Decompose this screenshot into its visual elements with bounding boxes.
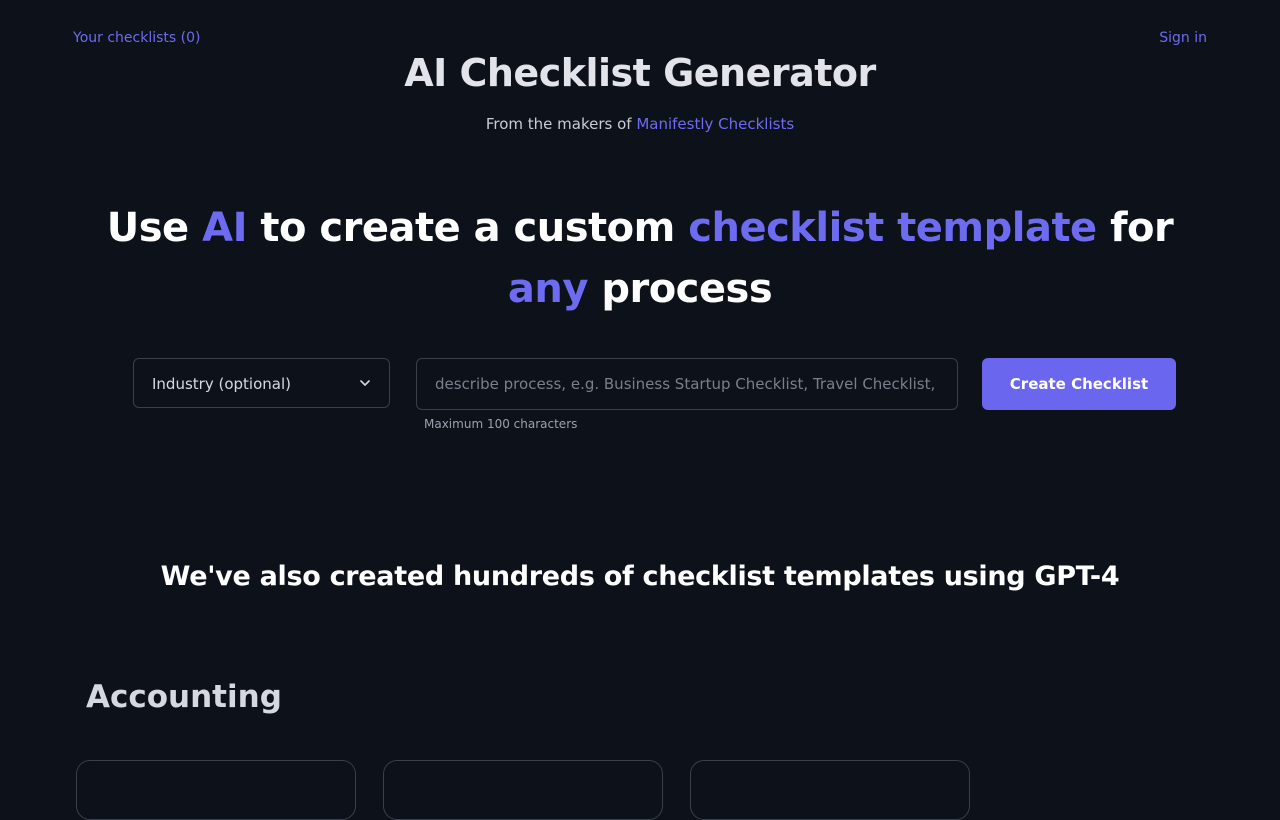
makers-prefix: From the makers of [485,115,632,133]
industry-select-value: Industry (optional) [152,375,291,393]
page-title: AI Checklist Generator [404,51,876,95]
hero-text-4: process [587,266,773,312]
template-card[interactable] [76,760,356,820]
sign-in-link[interactable]: Sign in [1159,29,1207,47]
hero-accent-ai: AI [202,205,247,251]
your-checklists-link[interactable]: Your checklists (0) [73,29,200,47]
max-characters-hint: Maximum 100 characters [424,417,578,431]
makers-line: From the makers of Manifestly Checklists [0,114,1280,134]
hero-accent-any: any [507,266,589,312]
generator-form: Industry (optional) Create Checklist [133,358,1176,410]
templates-intro: We've also created hundreds of checklist… [160,561,1120,592]
hero-text-3: for [1096,205,1174,251]
create-checklist-button[interactable]: Create Checklist [982,358,1176,410]
category-heading-accounting: Accounting [86,679,282,715]
hero-text-2: to create a custom [246,205,689,251]
industry-select[interactable]: Industry (optional) [133,358,390,408]
template-card[interactable] [690,760,970,820]
chevron-down-icon [360,380,370,386]
template-card[interactable] [383,760,663,820]
hero-text-1: Use [106,205,203,251]
manifestly-link[interactable]: Manifestly Checklists [636,115,794,133]
process-input[interactable] [416,358,958,410]
hero-accent-template: checklist template [688,205,1097,251]
hero-headline: Use AI to create a custom checklist temp… [100,198,1180,320]
